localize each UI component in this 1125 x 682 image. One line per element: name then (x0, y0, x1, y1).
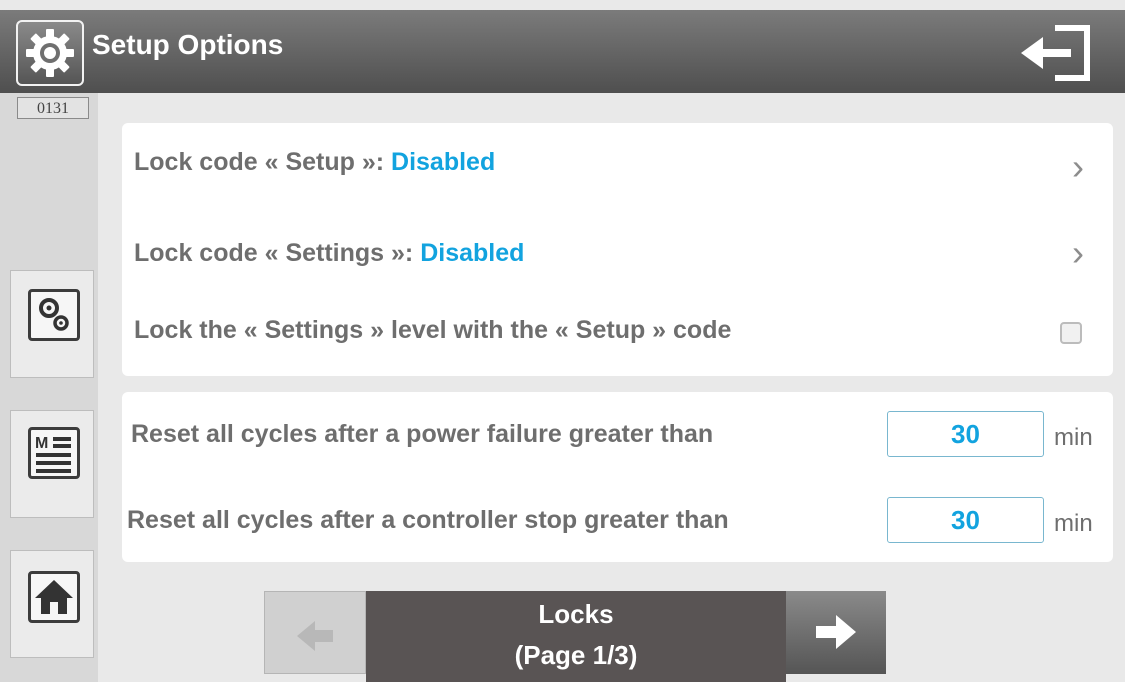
page-indicator: Locks (Page 1/3) (366, 591, 786, 682)
page-title: Setup Options (92, 29, 284, 60)
next-page-button[interactable] (786, 591, 886, 674)
page-section-title: Locks (538, 599, 614, 629)
reset-power-failure-label: Reset all cycles after a power failure g… (131, 420, 714, 448)
reset-controller-stop-label: Reset all cycles after a controller stop… (127, 506, 729, 534)
arrow-right-icon (816, 615, 856, 649)
reset-power-failure-input[interactable]: 30 (887, 411, 1044, 457)
lock-setup-value: Disabled (391, 148, 496, 176)
sidebar-tab-setup[interactable] (10, 270, 94, 378)
svg-text:M: M (35, 435, 48, 452)
sidebar-tab-menu[interactable]: M (10, 410, 94, 518)
lock-combine-checkbox[interactable] (1060, 322, 1082, 344)
menu-list-icon: M (28, 427, 80, 479)
sidebar-tab-home[interactable] (10, 550, 94, 658)
lock-settings-value: Disabled (420, 239, 525, 267)
lock-settings-row[interactable]: Lock code « Settings »: Disabled (134, 239, 524, 268)
lock-setup-row[interactable]: Lock code « Setup »: Disabled (134, 148, 495, 177)
screen-code: 0131 (17, 97, 89, 119)
page-number: (Page 1/3) (514, 640, 638, 670)
arrow-left-icon (297, 621, 333, 651)
reset-power-failure-unit: min (1054, 424, 1093, 451)
lock-combine-label: Lock the « Settings » level with the « S… (134, 316, 732, 344)
reset-controller-stop-input[interactable]: 30 (887, 497, 1044, 543)
reset-controller-stop-unit: min (1054, 510, 1093, 537)
lock-setup-label: Lock code « Setup »: (134, 148, 385, 176)
chevron-right-icon[interactable]: › (1072, 232, 1084, 274)
home-icon (28, 571, 80, 623)
prev-page-button[interactable] (264, 591, 366, 674)
chevron-right-icon[interactable]: › (1072, 146, 1084, 188)
gear-icon[interactable] (16, 20, 84, 86)
lock-settings-label: Lock code « Settings »: (134, 239, 414, 267)
gears-icon (28, 289, 80, 341)
exit-icon[interactable] (1015, 20, 1095, 86)
